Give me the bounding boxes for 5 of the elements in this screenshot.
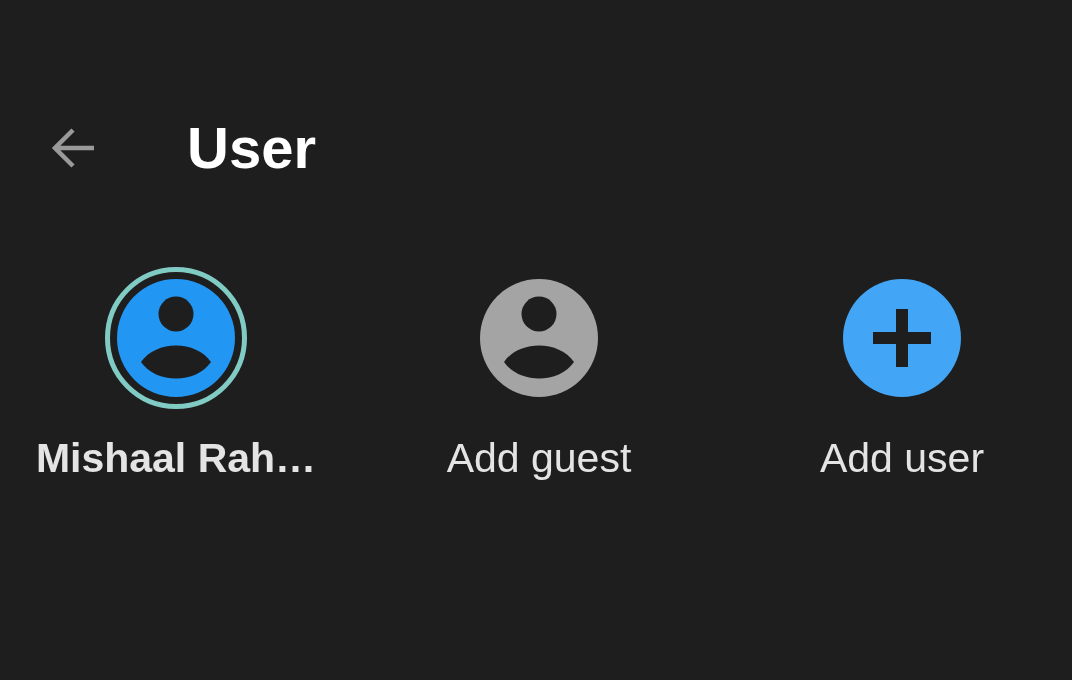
user-tile[interactable]: Add guest [369,267,709,482]
back-arrow-icon[interactable] [52,128,96,168]
user-tile[interactable]: Add user [732,267,1072,482]
user-tile[interactable]: Mishaal Rah… [6,267,346,482]
page-title: User [187,116,316,180]
